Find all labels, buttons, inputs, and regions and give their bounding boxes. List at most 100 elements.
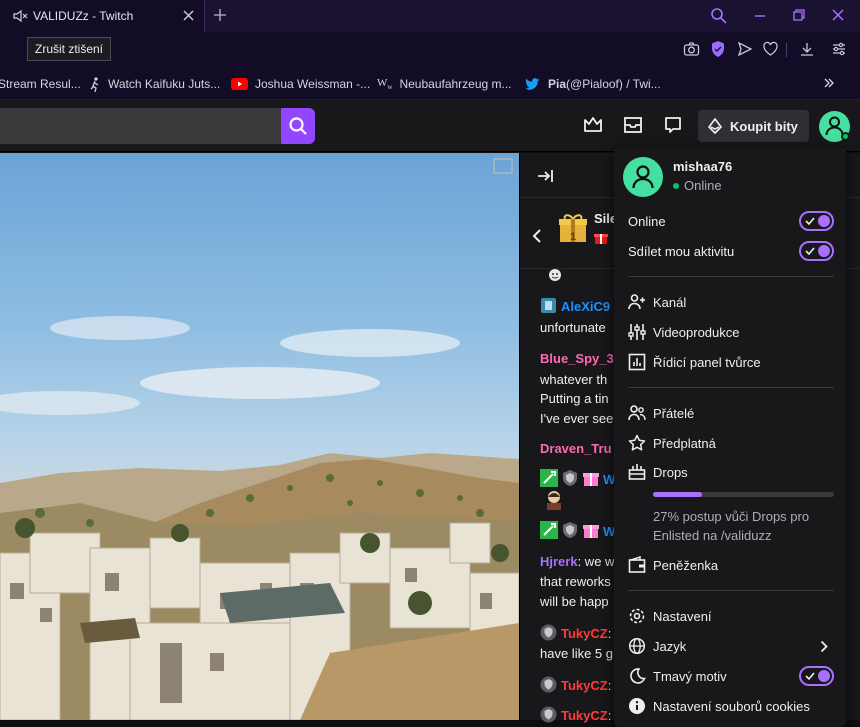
shield-badge-icon: [561, 521, 579, 539]
menu-item-subscriptions[interactable]: Předplatná: [628, 428, 716, 458]
browser-tab-bar: VALIDUZz - Twitch: [0, 0, 860, 32]
chat-username[interactable]: TukyCZ: [561, 626, 608, 641]
chat-username[interactable]: TukyCZ: [561, 678, 608, 693]
menu-item-settings[interactable]: Nastavení: [628, 601, 712, 631]
bookmark-label: Stream Resul...: [0, 77, 81, 91]
chat-username[interactable]: AleXiC9: [561, 299, 610, 314]
search-input[interactable]: [0, 108, 282, 144]
gift-badge-icon: [582, 521, 600, 539]
close-tab-icon[interactable]: [182, 9, 195, 22]
online-status-dot: [841, 132, 850, 141]
chat-text: :: [607, 708, 612, 723]
share-activity-toggle[interactable]: [799, 241, 834, 261]
more-bookmarks-icon[interactable]: [823, 77, 835, 89]
drops-progress-bar: [653, 492, 834, 497]
info-icon: [628, 697, 646, 715]
tab-title: VALIDUZz - Twitch: [33, 9, 134, 23]
whispers-icon[interactable]: [662, 114, 686, 138]
drops-icon: [628, 463, 646, 481]
sword-badge-icon: [540, 521, 558, 539]
online-toggle[interactable]: [799, 211, 834, 231]
dark-mode-toggle-row: Tmavý motiv: [628, 661, 727, 691]
drops-progress-text-2: Enlisted na /validuzz: [653, 528, 772, 543]
chat-text: that reworks: [540, 574, 611, 589]
new-tab-icon[interactable]: [212, 7, 228, 23]
gift-badge-icon: [582, 469, 600, 487]
chat-message: whatever th: [540, 372, 607, 387]
menu-username: mishaa76: [673, 159, 733, 174]
minimize-icon[interactable]: [752, 8, 768, 24]
share-activity-label: Sdílet mou aktivitu: [628, 243, 735, 259]
chat-username[interactable]: Blue_Spy_3: [540, 351, 614, 366]
menu-item-friends[interactable]: Přátelé: [628, 398, 694, 428]
muted-speaker-icon[interactable]: [12, 8, 28, 24]
moderator-badge-icon: [540, 624, 557, 641]
wiki-icon: Ww: [377, 76, 393, 92]
chat-message: W: [540, 469, 615, 487]
chat-message: that reworks: [540, 574, 611, 589]
toolbar-divider: [786, 43, 787, 57]
send-icon[interactable]: [737, 41, 753, 57]
inbox-icon[interactable]: [622, 114, 646, 138]
menu-divider: [628, 387, 834, 388]
bookmark-kaifuku[interactable]: Watch Kaifuku Juts...: [89, 68, 220, 100]
online-dot: [673, 183, 679, 189]
menu-item-label: Drops: [653, 464, 688, 480]
close-window-icon[interactable]: [830, 7, 846, 23]
chat-text: will be happ: [540, 594, 609, 609]
bookmark-pia-twitter[interactable]: Pia (@Pialoof) / Twi...: [525, 68, 661, 100]
bookmark-joshua-weissman[interactable]: Joshua Weissman -...: [231, 68, 370, 100]
get-bits-button[interactable]: Koupit bity: [698, 110, 809, 142]
heart-icon[interactable]: [762, 41, 779, 57]
drops-progress-text-1: 27% postup vůči Drops pro: [653, 509, 810, 524]
runner-icon: [89, 76, 101, 92]
online-toggle-label: Online: [628, 213, 666, 229]
moon-icon: [628, 667, 646, 685]
menu-item-label: Přátelé: [653, 405, 695, 421]
dark-mode-toggle[interactable]: [799, 666, 834, 686]
chat-username[interactable]: Hjrerk: [540, 554, 578, 569]
chat-message: I've ever see: [540, 411, 613, 426]
menu-item-creator-dashboard[interactable]: Řídicí panel tvůrce: [628, 347, 761, 377]
browser-toolbar: [0, 32, 860, 68]
chat-text: unfortunate: [540, 320, 606, 335]
drops-progress-fill: [653, 492, 702, 497]
get-bits-label: Koupit bity: [730, 118, 798, 134]
menu-item-video-production[interactable]: Videoprodukce: [628, 317, 740, 347]
vpn-shield-icon[interactable]: [710, 40, 726, 58]
shield-badge-icon: [561, 469, 579, 487]
collapse-chat-icon[interactable]: [537, 168, 555, 184]
menu-item-language[interactable]: Jazyk: [628, 631, 834, 661]
camera-icon[interactable]: [683, 41, 700, 58]
chevron-left-icon[interactable]: [531, 229, 543, 243]
search-button[interactable]: [281, 108, 315, 144]
search-tabs-icon[interactable]: [710, 7, 727, 24]
chat-message: TukyCZ:: [540, 676, 611, 693]
menu-item-drops[interactable]: Drops: [628, 457, 688, 487]
chat-username[interactable]: TukyCZ: [561, 708, 608, 723]
bookmark-stream-results[interactable]: Stream Resul...: [0, 68, 81, 100]
chat-username[interactable]: Draven_Tru: [540, 441, 612, 456]
menu-item-cookie-settings[interactable]: Nastavení souborů cookies: [628, 691, 810, 721]
menu-divider: [628, 276, 834, 277]
friends-icon: [628, 404, 646, 422]
menu-item-wallet[interactable]: Peněženka: [628, 550, 718, 580]
menu-item-channel[interactable]: Kanál: [628, 287, 686, 317]
crown-icon[interactable]: [582, 114, 606, 138]
easy-setup-icon[interactable]: [831, 41, 847, 57]
gear-icon: [628, 607, 646, 625]
bits-gem-icon: [706, 117, 724, 135]
browser-tab[interactable]: VALIDUZz - Twitch: [0, 0, 205, 32]
menu-avatar: [623, 157, 663, 197]
video-player[interactable]: [0, 153, 519, 720]
download-icon[interactable]: [799, 41, 815, 57]
youtube-icon: [231, 78, 248, 90]
chat-text: have like 5 g: [540, 646, 613, 661]
restore-icon[interactable]: [791, 7, 807, 23]
bookmark-neubaufahrzeug[interactable]: Ww Neubaufahrzeug m...: [377, 68, 512, 100]
chevron-right-icon: [820, 640, 828, 653]
bookmark-label: Neubaufahrzeug m...: [399, 77, 512, 91]
bookmarks-bar: Stream Resul... Watch Kaifuku Juts... Jo…: [0, 68, 860, 100]
menu-item-label: Videoprodukce: [653, 324, 740, 340]
menu-item-label: Jazyk: [653, 638, 687, 654]
